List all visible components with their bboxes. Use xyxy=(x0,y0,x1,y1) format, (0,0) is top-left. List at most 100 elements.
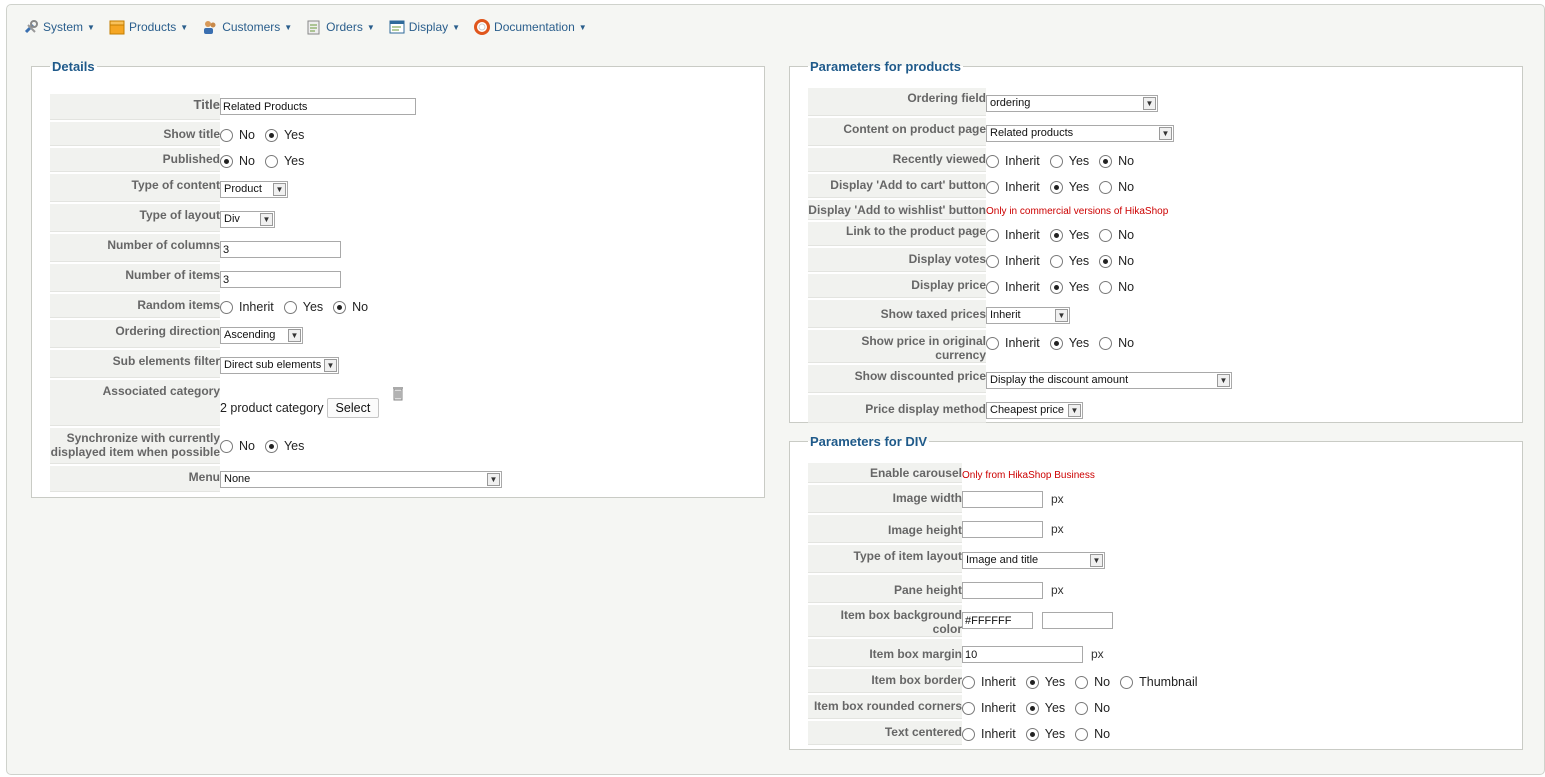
discount-select[interactable]: Display the discount amount ▼ xyxy=(986,372,1232,389)
sync-no-radio[interactable] xyxy=(220,439,233,453)
select-value: ordering xyxy=(990,97,1031,109)
select-value: Inherit xyxy=(990,309,1021,321)
option-label: Inherit xyxy=(981,727,1016,741)
option-label: No xyxy=(1094,701,1111,715)
item-layout-select[interactable]: Image and title ▼ xyxy=(962,552,1105,569)
votes-no-radio[interactable] xyxy=(1099,254,1113,268)
option-label: No xyxy=(1118,280,1135,294)
menu-documentation[interactable]: Documentation ▼ xyxy=(474,17,587,37)
centered-no-radio[interactable] xyxy=(1075,727,1089,741)
img-width-input[interactable] xyxy=(962,491,1043,508)
chevron-down-icon: ▼ xyxy=(87,22,95,32)
border-no-radio[interactable] xyxy=(1075,675,1089,689)
margin-input[interactable] xyxy=(962,646,1083,663)
wrench-icon xyxy=(23,19,39,35)
px-unit: px xyxy=(1051,521,1064,536)
menu-products[interactable]: Products ▼ xyxy=(109,17,188,37)
rounded-no-radio[interactable] xyxy=(1075,701,1089,715)
num-columns-input[interactable] xyxy=(220,241,341,258)
type-content-select[interactable]: Product ▼ xyxy=(220,181,288,198)
published-yes-radio[interactable] xyxy=(264,154,278,168)
border-yes-radio[interactable] xyxy=(1025,675,1039,689)
img-height-label: Image height xyxy=(808,515,962,543)
ordering-dir-select[interactable]: Ascending ▼ xyxy=(220,327,303,344)
pane-height-input[interactable] xyxy=(962,582,1043,599)
option-label: Yes xyxy=(1044,675,1066,689)
currency-inherit-radio[interactable] xyxy=(986,336,999,350)
rounded-inherit-radio[interactable] xyxy=(962,701,975,715)
menu-select[interactable]: None ▼ xyxy=(220,471,502,488)
show-title-no-radio[interactable] xyxy=(220,128,233,142)
random-inherit-radio[interactable] xyxy=(220,300,233,314)
menu-orders-label: Orders xyxy=(326,20,363,34)
option-label: Inherit xyxy=(239,300,274,314)
votes-inherit-radio[interactable] xyxy=(986,254,999,268)
option-label: Inherit xyxy=(1005,336,1040,350)
cart-no-radio[interactable] xyxy=(1099,180,1113,194)
sub-filter-select[interactable]: Direct sub elements ▼ xyxy=(220,357,339,374)
select-category-button[interactable]: Select xyxy=(326,398,380,418)
type-layout-label: Type of layout xyxy=(50,204,220,232)
lifebuoy-icon xyxy=(474,19,491,35)
select-value: None xyxy=(224,473,251,485)
sync-label-line2: displayed item when possible xyxy=(50,445,220,459)
img-height-input[interactable] xyxy=(962,521,1043,538)
content-page-select[interactable]: Related products ▼ xyxy=(986,125,1174,142)
item-layout-label: Type of item layout xyxy=(808,545,962,573)
page-frame: System ▼ Products ▼ Customers ▼ Orders ▼ xyxy=(6,4,1545,775)
price-inherit-radio[interactable] xyxy=(986,280,999,294)
recent-yes-radio[interactable] xyxy=(1049,154,1063,168)
title-input[interactable] xyxy=(220,98,416,115)
option-label: No xyxy=(1094,727,1111,741)
published-no-radio[interactable] xyxy=(220,154,233,168)
cart-inherit-radio[interactable] xyxy=(986,180,999,194)
link-no-radio[interactable] xyxy=(1099,228,1113,242)
assoc-cat-value: 2 product category xyxy=(220,401,324,415)
img-width-label: Image width xyxy=(808,485,962,513)
menu-orders[interactable]: Orders ▼ xyxy=(306,17,375,37)
rounded-label: Item box rounded corners xyxy=(808,695,962,719)
bg-color-input[interactable] xyxy=(962,612,1033,629)
sync-label-line1: Synchronize with currently xyxy=(66,431,220,445)
border-thumbnail-radio[interactable] xyxy=(1120,675,1134,689)
display-icon xyxy=(389,19,405,35)
centered-yes-radio[interactable] xyxy=(1025,727,1039,741)
type-layout-select[interactable]: Div ▼ xyxy=(220,211,275,228)
link-inherit-radio[interactable] xyxy=(986,228,999,242)
ordering-field-select[interactable]: ordering ▼ xyxy=(986,95,1158,112)
currency-yes-radio[interactable] xyxy=(1049,336,1063,350)
div-params-table: Enable carousel Only from HikaShop Busin… xyxy=(808,461,1508,747)
menu-system[interactable]: System ▼ xyxy=(23,17,95,37)
color-preview-swatch[interactable] xyxy=(1042,612,1114,629)
menu-customers[interactable]: Customers ▼ xyxy=(202,17,292,37)
price-no-radio[interactable] xyxy=(1099,280,1113,294)
trash-icon[interactable] xyxy=(392,386,404,404)
votes-yes-radio[interactable] xyxy=(1049,254,1063,268)
recent-no-radio[interactable] xyxy=(1099,154,1113,168)
menu-display[interactable]: Display ▼ xyxy=(389,17,460,37)
chevron-down-icon: ▼ xyxy=(324,359,337,372)
taxed-select[interactable]: Inherit ▼ xyxy=(986,307,1070,324)
carousel-note: Only from HikaShop Business xyxy=(962,470,1095,481)
sync-yes-radio[interactable] xyxy=(264,439,278,453)
price-method-select[interactable]: Cheapest price ▼ xyxy=(986,402,1083,419)
option-label: Yes xyxy=(1068,280,1090,294)
option-label: No xyxy=(1118,180,1135,194)
link-yes-radio[interactable] xyxy=(1049,228,1063,242)
option-label: Yes xyxy=(283,439,305,453)
border-inherit-radio[interactable] xyxy=(962,675,975,689)
rounded-yes-radio[interactable] xyxy=(1025,701,1039,715)
option-label: Inherit xyxy=(1005,228,1040,242)
random-no-radio[interactable] xyxy=(333,300,347,314)
currency-no-radio[interactable] xyxy=(1099,336,1113,350)
recent-inherit-radio[interactable] xyxy=(986,154,999,168)
cart-yes-radio[interactable] xyxy=(1049,180,1063,194)
show-title-yes-radio[interactable] xyxy=(264,128,278,142)
random-yes-radio[interactable] xyxy=(283,300,297,314)
option-label: No xyxy=(239,439,255,453)
centered-inherit-radio[interactable] xyxy=(962,727,975,741)
num-items-input[interactable] xyxy=(220,271,341,288)
menu-documentation-label: Documentation xyxy=(494,20,575,34)
price-yes-radio[interactable] xyxy=(1049,280,1063,294)
num-columns-label: Number of columns xyxy=(50,234,220,262)
